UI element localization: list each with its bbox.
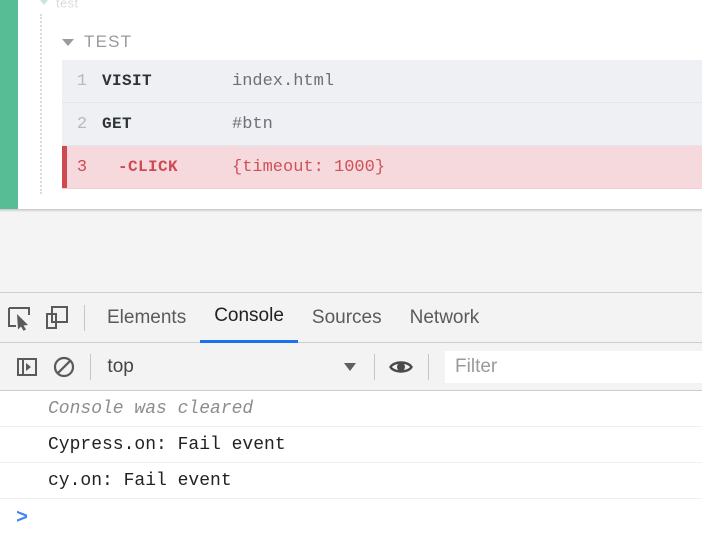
command-number: 3 bbox=[76, 157, 88, 177]
tab-label: Sources bbox=[311, 306, 382, 328]
cypress-command-log: test TEST 1 VISIT index.html 2 GET #btn … bbox=[0, 0, 702, 209]
suite-header-partial[interactable]: test bbox=[40, 0, 340, 8]
triangle-down-icon[interactable] bbox=[62, 38, 74, 46]
device-toolbar-icon[interactable] bbox=[38, 299, 76, 337]
console-prompt-row[interactable]: > bbox=[0, 499, 702, 537]
command-method: VISIT bbox=[102, 72, 153, 90]
console-input[interactable] bbox=[28, 507, 702, 529]
command-method: -CLICK bbox=[118, 158, 179, 176]
execution-context-select[interactable]: top bbox=[99, 352, 365, 382]
tab-label: Console bbox=[214, 305, 284, 326]
console-message-cleared: Console was cleared bbox=[0, 391, 702, 427]
prompt-chevron-icon: > bbox=[16, 506, 29, 530]
command-list: 1 VISIT index.html 2 GET #btn 3 -CLICK {… bbox=[62, 60, 702, 189]
screen-root: test TEST 1 VISIT index.html 2 GET #btn … bbox=[0, 0, 702, 552]
live-expression-eye-icon[interactable] bbox=[383, 348, 420, 386]
inspect-element-icon[interactable] bbox=[0, 299, 38, 337]
execution-context-value: top bbox=[107, 355, 134, 377]
console-message-list: Console was cleared Cypress.on: Fail eve… bbox=[0, 391, 702, 550]
failure-indicator-bar bbox=[62, 146, 67, 188]
tab-label: Network bbox=[409, 306, 480, 328]
tab-elements[interactable]: Elements bbox=[93, 293, 200, 343]
triangle-down-icon bbox=[40, 0, 48, 6]
command-args: index.html bbox=[232, 71, 335, 91]
test-header[interactable]: TEST bbox=[62, 30, 132, 54]
suite-label: test bbox=[56, 0, 79, 8]
command-method: GET bbox=[102, 115, 133, 133]
tab-sources[interactable]: Sources bbox=[298, 293, 396, 343]
command-args: {timeout: 1000} bbox=[232, 157, 386, 177]
clear-console-icon[interactable] bbox=[45, 348, 82, 386]
test-title: TEST bbox=[84, 32, 133, 51]
nesting-rail bbox=[40, 14, 42, 194]
command-row-3-failed[interactable]: 3 -CLICK {timeout: 1000} bbox=[62, 146, 702, 189]
command-number: 1 bbox=[76, 71, 88, 91]
console-toolbar: top bbox=[0, 343, 702, 391]
console-sidebar-icon[interactable] bbox=[8, 348, 45, 386]
command-row-1[interactable]: 1 VISIT index.html bbox=[62, 60, 702, 103]
command-args: #btn bbox=[232, 114, 273, 134]
chevron-down-icon bbox=[343, 362, 356, 371]
toolbar-divider bbox=[90, 353, 92, 380]
tab-network[interactable]: Network bbox=[396, 293, 494, 343]
toolbar-divider bbox=[84, 304, 85, 331]
runner-status-bar bbox=[0, 0, 18, 209]
toolbar-divider bbox=[373, 353, 375, 380]
toolbar-divider bbox=[428, 353, 430, 380]
filter-input[interactable] bbox=[445, 350, 702, 383]
tab-label: Elements bbox=[107, 306, 187, 328]
command-row-2[interactable]: 2 GET #btn bbox=[62, 103, 702, 146]
devtools-panel: Elements Console Sources Network top Fil… bbox=[0, 293, 702, 552]
app-preview-area bbox=[0, 212, 702, 293]
command-number: 2 bbox=[76, 114, 88, 134]
devtools-tabbar: Elements Console Sources Network bbox=[0, 293, 702, 343]
console-message: Cypress.on: Fail event bbox=[0, 427, 702, 463]
console-message: cy.on: Fail event bbox=[0, 463, 702, 499]
tab-console[interactable]: Console bbox=[200, 293, 298, 343]
